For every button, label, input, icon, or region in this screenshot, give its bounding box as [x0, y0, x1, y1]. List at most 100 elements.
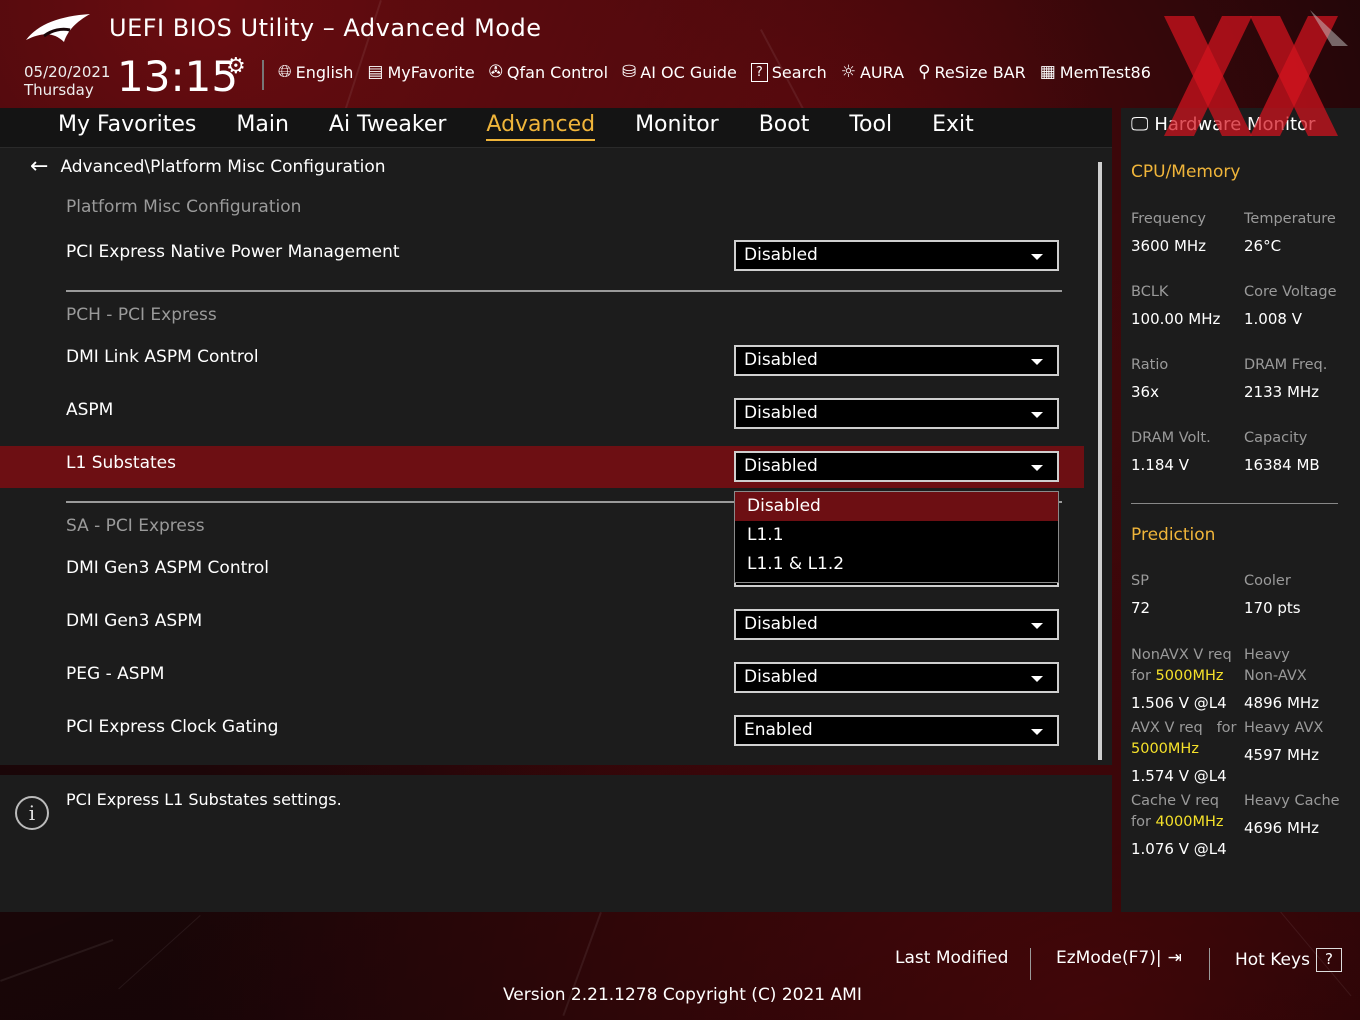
setting-dropdown-selected[interactable]: Disabled	[734, 451, 1059, 482]
search-button[interactable]: ? Search	[750, 62, 827, 82]
last-modified-button[interactable]: Last Modified	[895, 948, 1008, 968]
setting-dropdown[interactable]: Disabled	[734, 240, 1059, 271]
setting-label: DMI Link ASPM Control	[66, 347, 259, 367]
version-text: Version 2.21.1278 Copyright (C) 2021 AMI	[503, 985, 862, 1005]
favorite-list-icon: ▤	[367, 62, 384, 82]
tab-ai-tweaker[interactable]: Ai Tweaker	[329, 112, 447, 141]
capacity-label: Capacity	[1244, 430, 1308, 446]
date-display: 05/20/2021 Thursday	[24, 63, 110, 99]
setting-dropdown[interactable]: Disabled	[734, 345, 1059, 376]
nonavx-freq: 5000MHz	[1155, 668, 1224, 684]
ratio-value: 36x	[1131, 383, 1159, 401]
ai-oc-guide-button[interactable]: ⛁ AI OC Guide	[622, 62, 737, 82]
breadcrumb[interactable]: ← Advanced\Platform Misc Configuration	[30, 154, 386, 179]
caret-down-icon	[1031, 254, 1043, 260]
setting-dropdown[interactable]: Disabled	[734, 398, 1059, 429]
tab-monitor[interactable]: Monitor	[635, 112, 719, 141]
menu-option-selected[interactable]: Disabled	[735, 492, 1058, 521]
breadcrumb-text: Advanced\Platform Misc Configuration	[60, 156, 386, 177]
app-title: UEFI BIOS Utility – Advanced Mode	[109, 14, 542, 42]
sp-label: SP	[1131, 573, 1149, 589]
footer-divider	[1030, 948, 1031, 980]
ezmode-button[interactable]: EzMode(F7)| ⇥	[1056, 948, 1182, 968]
hot-keys-button[interactable]: Hot Keys?	[1235, 948, 1342, 972]
setting-dropdown[interactable]: Enabled	[734, 715, 1059, 746]
tab-boot[interactable]: Boot	[759, 112, 810, 141]
setting-label: DMI Gen3 ASPM	[66, 611, 203, 631]
exit-arrow-icon: ⇥	[1167, 948, 1182, 968]
heavy-avx-label: Heavy AVX	[1244, 720, 1324, 736]
section-platform-misc: Platform Misc Configuration	[66, 197, 302, 217]
aura-light-icon: ☼	[840, 62, 856, 82]
back-arrow-icon[interactable]: ←	[30, 154, 48, 179]
cooler-label: Cooler	[1244, 573, 1291, 589]
setting-label: PCI Express Native Power Management	[66, 242, 400, 262]
heavy-nonavx-value: 4896 MHz	[1244, 694, 1320, 712]
cache-value: 1.076 V @L4	[1131, 840, 1227, 858]
core-voltage-value: 1.008 V	[1244, 310, 1302, 328]
avx-freq: 5000MHz	[1131, 741, 1199, 757]
resize-bar-icon: ⚲	[918, 62, 931, 82]
heavy-nonavx-label: Heavy Non-AVX	[1244, 647, 1307, 684]
caret-down-icon	[1031, 359, 1043, 365]
bios-screen: { "header": { "title": "UEFI BIOS Utilit…	[0, 0, 1360, 1020]
dram-freq-value: 2133 MHz	[1244, 383, 1320, 401]
memtest-button[interactable]: ▦ MemTest86	[1040, 62, 1151, 82]
footer: Last Modified EzMode(F7)| ⇥ Hot Keys?	[0, 948, 1360, 980]
help-question-icon: ?	[1315, 948, 1342, 972]
clock-settings-icon[interactable]: ⚙	[226, 54, 246, 79]
monitor-icon: 🖵︎	[1131, 114, 1149, 135]
menu-option[interactable]: L1.1 & L1.2	[735, 550, 1058, 579]
tab-main[interactable]: Main	[236, 112, 289, 141]
globe-icon: 🌐︎	[278, 62, 292, 82]
hardware-monitor-title: 🖵︎ Hardware Monitor	[1131, 114, 1316, 135]
help-text: PCI Express L1 Substates settings.	[66, 790, 342, 809]
info-icon: i	[15, 796, 49, 830]
setting-dropdown[interactable]: Disabled	[734, 609, 1059, 640]
tab-tool[interactable]: Tool	[849, 112, 892, 141]
dram-volt-value: 1.184 V	[1131, 456, 1189, 474]
nonavx-value: 1.506 V @L4	[1131, 694, 1227, 712]
search-help-icon: ?	[750, 62, 768, 82]
cache-label: Cache V req for 4000MHz	[1131, 793, 1224, 830]
cache-freq: 4000MHz	[1155, 814, 1224, 830]
toolbar: 🌐︎ English ▤ MyFavorite ✇ Qfan Control ⛁ AI …	[278, 62, 1151, 82]
temperature-label: Temperature	[1244, 211, 1336, 227]
tab-exit[interactable]: Exit	[932, 112, 974, 141]
footer-divider	[1209, 948, 1210, 980]
tab-my-favorites[interactable]: My Favorites	[58, 112, 196, 141]
tab-advanced[interactable]: Advanced	[486, 112, 596, 141]
resize-bar-button[interactable]: ⚲ ReSize BAR	[918, 62, 1026, 82]
frequency-label: Frequency	[1131, 211, 1206, 227]
menu-option[interactable]: L1.1	[735, 521, 1058, 550]
prediction-heading: Prediction	[1131, 525, 1216, 545]
sp-value: 72	[1131, 599, 1151, 617]
temperature-value: 26°C	[1244, 237, 1282, 255]
setting-label: PEG - ASPM	[66, 664, 165, 684]
nonavx-label: NonAVX V req for 5000MHz	[1131, 647, 1232, 684]
heavy-cache-label: Heavy Cache	[1244, 793, 1340, 809]
language-button[interactable]: 🌐︎ English	[278, 62, 353, 82]
dropdown-menu: Disabled L1.1 L1.1 & L1.2	[734, 491, 1059, 583]
dram-freq-label: DRAM Freq.	[1244, 357, 1328, 373]
setting-dropdown[interactable]: Disabled	[734, 662, 1059, 693]
caret-down-icon	[1031, 676, 1043, 682]
main-tabs: My Favorites Main Ai Tweaker Advanced Mo…	[58, 112, 974, 141]
weekday-text: Thursday	[24, 81, 94, 99]
qfan-control-button[interactable]: ✇ Qfan Control	[489, 62, 608, 82]
section-divider	[66, 290, 1062, 292]
fan-icon: ✇	[488, 62, 503, 82]
ai-guide-icon: ⛁	[622, 62, 637, 82]
cpu-memory-heading: CPU/Memory	[1131, 162, 1241, 182]
setting-label-selected: L1 Substates	[66, 453, 176, 473]
myfavorite-button[interactable]: ▤ MyFavorite	[367, 62, 474, 82]
date-text: 05/20/2021	[24, 63, 111, 81]
clock: 13:15	[117, 52, 239, 101]
caret-down-icon	[1031, 729, 1043, 735]
heavy-cache-value: 4696 MHz	[1244, 819, 1320, 837]
rog-logo-icon	[26, 14, 90, 42]
scrollbar[interactable]	[1098, 162, 1102, 760]
caret-down-icon	[1031, 623, 1043, 629]
caret-down-icon	[1031, 465, 1043, 471]
aura-button[interactable]: ☼ AURA	[841, 62, 904, 82]
